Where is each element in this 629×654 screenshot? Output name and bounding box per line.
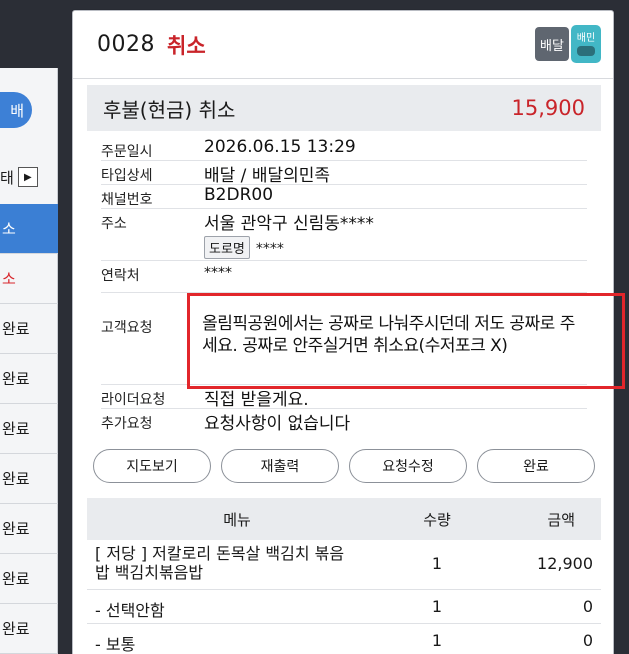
- list-item[interactable]: 완료: [0, 454, 58, 504]
- list-item-label: 완료: [2, 620, 30, 638]
- list-item[interactable]: 소: [0, 254, 58, 304]
- menu-item-amount: 12,900: [537, 554, 593, 573]
- info-label: 추가요청: [101, 416, 153, 432]
- info-row-type: 타입상세 배달 / 배달의민족: [101, 161, 587, 186]
- info-value: 2026.06.15 13:29: [204, 137, 356, 157]
- play-icon[interactable]: ▶: [17, 167, 38, 187]
- menu-option-amount: 0: [582, 597, 593, 616]
- table-row: - 보통 1 0: [87, 624, 601, 654]
- menu-option-name: - 선택안함: [95, 601, 165, 620]
- order-header: 0028 취소 배달 배민: [73, 11, 613, 79]
- payment-summary: 후불(현금) 취소 15,900: [87, 85, 601, 131]
- list-item-label: 완료: [2, 320, 30, 338]
- menu-table-header: 메뉴 수량 금액: [87, 498, 601, 540]
- road-address-value: ****: [255, 241, 284, 257]
- table-row: - 선택안함 1 0: [87, 590, 601, 624]
- request-highlight-box: [187, 293, 625, 389]
- list-item[interactable]: 완료: [0, 504, 58, 554]
- menu-option-qty: 1: [431, 631, 443, 650]
- edit-request-button[interactable]: 요청수정: [349, 449, 467, 483]
- info-value: 서울 관악구 신림동****: [204, 214, 374, 234]
- info-row-contact: 연락처 ****: [101, 261, 587, 293]
- menu-option-name: - 보통: [95, 635, 136, 654]
- delivery-badge: 배달: [535, 27, 569, 61]
- info-label: 채널번호: [101, 192, 153, 208]
- payment-summary-label: 후불(현금) 취소: [103, 97, 236, 122]
- info-row-channel: 채널번호 B2DR00: [101, 185, 587, 209]
- scooter-icon: [577, 45, 595, 56]
- list-item[interactable]: 완료: [0, 354, 58, 404]
- road-address-tag[interactable]: 도로명: [204, 236, 250, 259]
- state-filter[interactable]: 태 ▶: [0, 164, 58, 190]
- filter-pill-button[interactable]: 배: [0, 92, 32, 128]
- menu-item-name: [ 저당 ] 저칼로리 돈목살 백김치 볶음밥 백김치볶음밥: [95, 544, 345, 583]
- filter-pill-label: 배: [10, 101, 24, 120]
- list-item-label: 완료: [2, 470, 30, 488]
- list-item-label: 완료: [2, 570, 30, 588]
- info-label: 연락처: [101, 268, 140, 284]
- action-buttons: 지도보기 재출력 요청수정 완료: [93, 449, 595, 483]
- menu-item-qty: 1: [431, 554, 443, 573]
- info-value: ****: [204, 265, 232, 281]
- info-value: 배달 / 배달의민족: [204, 166, 331, 186]
- order-detail-card: 0028 취소 배달 배민 후불(현금) 취소 15,900 주문일시 2026…: [72, 10, 625, 654]
- baemin-app-logo: 배민: [571, 25, 601, 63]
- list-item-label: 소: [2, 270, 16, 288]
- info-label: 타입상세: [101, 168, 153, 184]
- reprint-button[interactable]: 재출력: [221, 449, 339, 483]
- menu-header-qty: 수량: [423, 511, 451, 529]
- menu-option-qty: 1: [431, 597, 443, 616]
- info-label: 주소: [101, 216, 127, 232]
- complete-button[interactable]: 완료: [477, 449, 595, 483]
- list-item-label: 완료: [2, 520, 30, 538]
- payment-summary-amount: 15,900: [511, 96, 585, 120]
- order-status: 취소: [167, 33, 206, 58]
- list-item-label: 완료: [2, 420, 30, 438]
- map-view-button[interactable]: 지도보기: [93, 449, 211, 483]
- info-value: 직접 받을게요.: [204, 390, 309, 410]
- table-row: [ 저당 ] 저칼로리 돈목살 백김치 볶음밥 백김치볶음밥 1 12,900: [87, 540, 601, 590]
- menu-option-amount: 0: [582, 631, 593, 650]
- list-item[interactable]: 소: [0, 204, 58, 254]
- list-item[interactable]: 완료: [0, 404, 58, 454]
- info-label: 주문일시: [101, 144, 153, 160]
- list-item[interactable]: 완료: [0, 304, 58, 354]
- order-list-panel: 배 태 ▶ 소 소 완료 완료 완료 완료 완료 완료 완료: [0, 68, 58, 654]
- info-row-extra-request: 추가요청 요청사항이 없습니다: [101, 409, 587, 435]
- list-item-label: 완료: [2, 370, 30, 388]
- state-filter-label: 태: [0, 168, 14, 187]
- info-value: 요청사항이 없습니다: [204, 414, 351, 434]
- info-label: 라이더요청: [101, 392, 166, 408]
- info-row-order-time: 주문일시 2026.06.15 13:29: [101, 137, 587, 161]
- menu-header-amount: 금액: [547, 511, 575, 529]
- list-item[interactable]: 완료: [0, 604, 58, 654]
- info-row-address: 주소 서울 관악구 신림동**** 도로명 ****: [101, 209, 587, 261]
- info-value: B2DR00: [204, 185, 274, 205]
- list-item-label: 소: [2, 220, 16, 238]
- info-row-rider-request: 라이더요청 직접 받을게요.: [101, 385, 587, 410]
- menu-header-name: 메뉴: [223, 511, 251, 529]
- order-number: 0028: [97, 32, 155, 57]
- list-item[interactable]: 완료: [0, 554, 58, 604]
- app-logo-text: 배민: [576, 32, 596, 44]
